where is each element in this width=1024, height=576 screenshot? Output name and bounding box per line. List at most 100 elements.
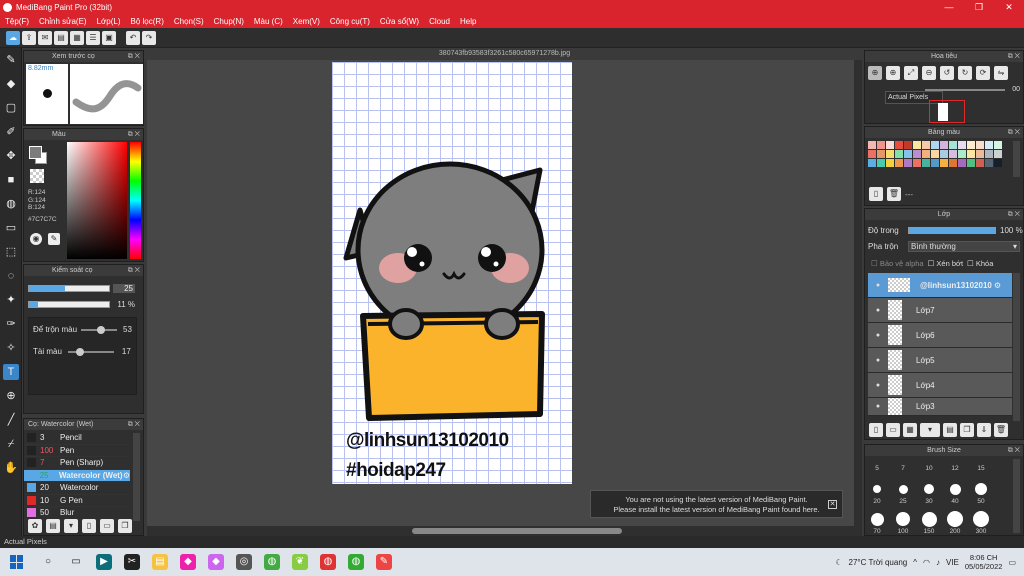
reset-rotation-icon[interactable]: ⟳ (976, 66, 990, 80)
saturation-value-picker[interactable] (67, 142, 127, 259)
page-icon[interactable]: ▦ (70, 30, 84, 45)
color-swatch[interactable] (976, 159, 984, 167)
brush-size-dot[interactable] (896, 512, 910, 526)
wifi-icon[interactable]: ◠ (923, 558, 930, 567)
color-swatch[interactable] (868, 141, 876, 149)
scrollbar-thumb[interactable] (412, 528, 622, 534)
volume-icon[interactable]: ♪ (936, 558, 940, 567)
page-icon[interactable]: ▯ (82, 519, 96, 533)
list-item[interactable]: 25 Watercolor (Wet) ⚙ (24, 469, 130, 482)
panel-close-icon[interactable]: ⧉ ✕ (1008, 51, 1020, 62)
brush-size-value[interactable]: 25 (113, 284, 135, 293)
brush-size-dot[interactable] (870, 512, 884, 526)
clock[interactable]: 8:06 CH 05/05/2022 (965, 553, 1003, 571)
lock-checkbox[interactable]: ☐ Khóa (967, 259, 993, 268)
operation-tool-icon[interactable]: ⊕ (3, 388, 19, 404)
color-swatch[interactable] (877, 159, 885, 167)
color-swatch[interactable] (895, 159, 903, 167)
close-icon[interactable]: ✕ (828, 500, 837, 509)
panel-close-icon[interactable]: ⧉ ✕ (1008, 209, 1020, 220)
color-swatch[interactable] (967, 150, 975, 158)
app-icon-2[interactable]: ◆ (180, 554, 196, 570)
list-item[interactable]: 3 Pencil (24, 432, 130, 445)
color-swatch[interactable] (958, 141, 966, 149)
tray-arrow-icon[interactable]: ^ (913, 558, 917, 567)
menu-color[interactable]: Màu (C) (249, 17, 288, 26)
color-swatch[interactable] (904, 150, 912, 158)
list-icon[interactable]: ☰ (86, 30, 100, 45)
color-swatch[interactable] (931, 141, 939, 149)
brush-size-dot[interactable] (921, 511, 937, 527)
fit-icon[interactable]: ⤢ (904, 66, 918, 80)
eye-icon[interactable]: ● (868, 382, 888, 389)
weather[interactable]: 27°C Trời quang (849, 558, 908, 567)
magic-wand-icon[interactable]: ✦ (3, 292, 19, 308)
shape-tool-icon[interactable]: ■ (3, 172, 19, 188)
palette-scrollbar[interactable] (1013, 141, 1020, 177)
menu-file[interactable]: Tệp(F) (0, 17, 34, 26)
brush-size-dot[interactable] (924, 484, 934, 494)
eye-icon[interactable]: ● (868, 403, 888, 410)
select-pen-icon[interactable]: ✑ (3, 316, 19, 332)
hand-tool-icon[interactable]: ✋ (3, 460, 19, 476)
color-swatch[interactable] (904, 141, 912, 149)
color-swatch[interactable] (985, 159, 993, 167)
app-icon-3[interactable]: ◆ (208, 554, 224, 570)
menu-filter[interactable]: Bộ lọc(R) (126, 17, 169, 26)
hue-slider[interactable] (130, 142, 141, 259)
color-swatch[interactable] (940, 141, 948, 149)
lasso-tool-icon[interactable]: ◌ (3, 268, 19, 284)
brush-size-dot[interactable] (949, 483, 961, 495)
layers-icon[interactable]: ▤ (54, 30, 68, 45)
brush-size-dot[interactable] (973, 511, 989, 527)
move-tool-icon[interactable]: ✥ (3, 148, 19, 164)
brush-size-dot[interactable] (898, 484, 908, 494)
color-swatch[interactable] (904, 159, 912, 167)
color-swatch[interactable] (922, 141, 930, 149)
list-item[interactable]: 50 Blur (24, 507, 130, 520)
search-icon[interactable]: ○ (40, 554, 56, 570)
color-swatch[interactable] (940, 159, 948, 167)
menu-edit[interactable]: Chỉnh sửa(E) (34, 17, 92, 26)
eyedropper-icon[interactable]: ⌿ (3, 436, 19, 452)
color-swatch[interactable] (913, 141, 921, 149)
color-swatch[interactable] (994, 141, 1002, 149)
color-swatch[interactable] (967, 159, 975, 167)
eye-icon[interactable]: ● (868, 357, 888, 364)
color-swatch[interactable] (949, 141, 957, 149)
chrome-icon-2[interactable]: ◍ (348, 554, 364, 570)
panel-close-icon[interactable]: ⧉ ✕ (128, 51, 140, 62)
color-swatch[interactable] (877, 141, 885, 149)
list-item[interactable]: 7 Pen (Sharp) (24, 457, 130, 470)
panel-close-icon[interactable]: ⧉ ✕ (128, 419, 140, 430)
menu-view[interactable]: Xem(V) (288, 17, 325, 26)
fill-tool-icon[interactable]: ◍ (3, 196, 19, 212)
list-item[interactable]: 10 G Pen (24, 495, 130, 507)
canvas-horizontal-scrollbar[interactable] (147, 526, 862, 536)
color-swatch[interactable] (868, 150, 876, 158)
canvas-vertical-scrollbar[interactable] (854, 60, 862, 526)
menu-window[interactable]: Cửa sổ(W) (375, 17, 424, 26)
undo-icon[interactable]: ↶ (126, 30, 140, 45)
color-swatch[interactable] (949, 150, 957, 158)
color-swatch[interactable] (958, 159, 966, 167)
medibang-icon[interactable]: ✎ (376, 554, 392, 570)
halftone-layer-icon[interactable]: ▦ (903, 423, 917, 437)
windows-start-icon[interactable] (10, 555, 24, 569)
color-swatch[interactable] (976, 141, 984, 149)
color-swatch[interactable] (976, 150, 984, 158)
gear-icon[interactable]: ⚙ (994, 281, 1001, 290)
canvas-paper[interactable]: @linhsun13102010 #hoidap247 (332, 62, 572, 484)
gradient-tool-icon[interactable]: ▭ (3, 220, 19, 236)
document-icon[interactable]: ▭ (100, 519, 114, 533)
eyedropper-icon[interactable]: ✎ (48, 233, 60, 245)
color-swatch[interactable] (868, 159, 876, 167)
zoom-in-2-icon[interactable]: ⊕ (886, 66, 900, 80)
layer-row[interactable]: ● @linhsun13102010 ⚙ (868, 273, 1012, 298)
language[interactable]: VIE (946, 558, 959, 567)
eye-icon[interactable]: ● (868, 332, 888, 339)
menu-help[interactable]: Help (455, 17, 481, 26)
color-swatch[interactable] (949, 159, 957, 167)
layer-scrollbar[interactable] (1013, 273, 1020, 421)
new-layer-icon[interactable]: ▯ (869, 423, 883, 437)
